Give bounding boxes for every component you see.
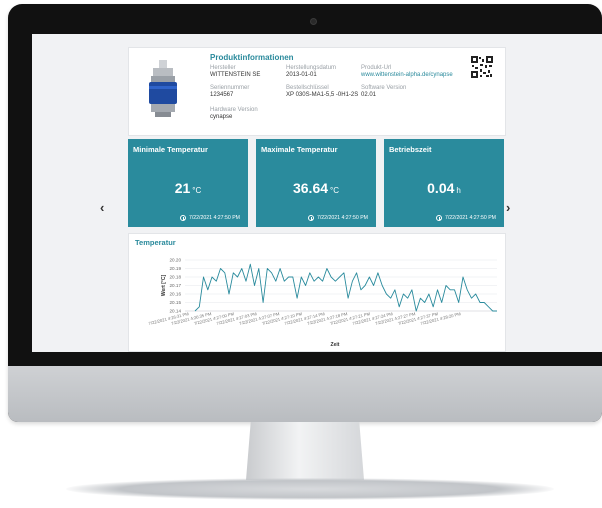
y-tick-label: 20.15 [170,300,182,305]
monitor-chin [8,366,602,422]
tile-timestamp: 7/22/2021 4:27:50 PM [179,215,240,221]
dashboard-screen: Produktinformationen Hersteller WITTENST… [32,34,602,352]
tile-timestamp: 7/22/2021 4:27:50 PM [435,215,496,221]
monitor-stand [246,422,364,480]
order-key-value: XP 030S-MA1-5,5 -0H1-2S [286,92,359,98]
tile-value: 0.04 h [427,180,461,196]
previous-arrow-button[interactable]: ‹ [100,200,104,215]
tile-value: 21 °C [174,180,202,196]
temperature-chart-card: Temperatur 20.20 20.19 20.18 20.17 20.16 20.1… [128,233,506,352]
y-tick-label: 20.20 [170,258,182,263]
hardware-version-value: cynapse [210,114,233,120]
tile-title: Maximale Temperatur [261,145,338,154]
product-url-link[interactable]: www.wittenstein-alpha.de/cynapse [361,72,453,78]
clock-icon [435,215,442,221]
y-tick-label: 20.19 [170,266,182,271]
max-temperature-tile: Maximale Temperatur 36.64 °C 7/22/2021 4:… [256,139,376,227]
next-arrow-button[interactable]: › [506,200,510,215]
manufacture-date-value: 2013-01-01 [286,72,317,78]
temperature-series-line [194,263,497,312]
tile-timestamp: 7/22/2021 4:27:50 PM [307,215,368,221]
manufacturer-label: Hersteller [210,65,236,71]
y-tick-label: 20.17 [170,283,182,288]
y-axis-label: Wert [°C] [161,274,167,296]
tile-title: Betriebszeit [389,145,432,154]
product-info-title: Produktinformationen [210,53,294,62]
manufacture-date-label: Herstellungsdatum [286,65,337,71]
min-temperature-tile: Minimale Temperatur 21 °C 7/22/2021 4:27:… [128,139,248,227]
x-axis-label: Zeit [331,342,340,348]
camera-icon [310,18,317,25]
software-version-label: Software Version [361,85,407,91]
y-tick-label: 20.16 [170,292,182,297]
qr-code-icon [471,56,493,78]
clock-icon [179,215,186,221]
clock-icon [307,215,314,221]
software-version-value: 02.01 [361,92,377,98]
order-key-label: Bestellschlüssel [286,85,329,91]
tile-value: 36.64 °C [292,180,340,196]
y-tick-label: 20.18 [170,275,182,280]
serial-number-value: 1234567 [210,92,234,98]
product-info-card: Produktinformationen Hersteller WITTENST… [128,47,506,136]
temperature-line-chart: 20.2020.1920.1820.1720.1620.1520.14Wert … [148,258,497,348]
monitor-frame: Produktinformationen Hersteller WITTENST… [8,4,602,422]
tile-title: Minimale Temperatur [133,145,208,154]
gearbox-image [149,60,177,117]
serial-number-label: Seriennummer [210,85,250,91]
monitor-base [66,478,554,500]
operating-time-tile: Betriebszeit 0.04 h 7/22/2021 4:27:50 PM [384,139,504,227]
hardware-version-label: Hardware Version [210,107,258,113]
product-url-label: Produkt-Url [361,65,392,71]
manufacturer-value: WITTENSTEIN SE [210,72,261,78]
